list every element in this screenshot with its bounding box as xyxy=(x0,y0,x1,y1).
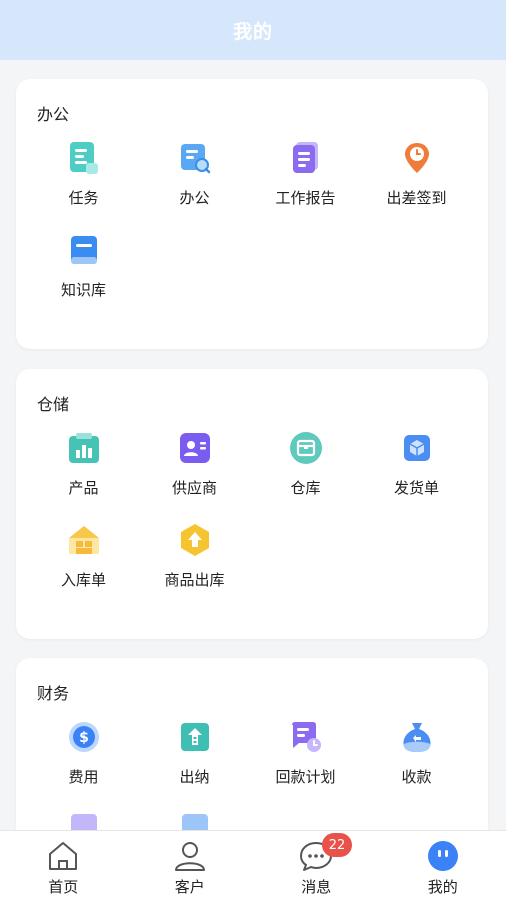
item-label: 商品出库 xyxy=(164,569,224,590)
tab-profile[interactable]: 我的 xyxy=(380,831,506,901)
payment-plan-icon xyxy=(289,720,323,754)
page-title: 我的 xyxy=(233,17,273,44)
page-header: 我的 xyxy=(0,0,506,60)
item-label: 发货单 xyxy=(394,477,439,498)
house-inbound-icon xyxy=(67,523,101,557)
product-chart-icon xyxy=(67,431,101,465)
grid-item-cashier[interactable]: 出纳 xyxy=(139,720,250,812)
item-label: 收款 xyxy=(401,766,431,787)
home-icon xyxy=(46,839,80,873)
tab-label: 我的 xyxy=(428,876,458,897)
section-title: 办公 xyxy=(37,101,69,125)
supplier-card-icon xyxy=(178,431,212,465)
item-label: 供应商 xyxy=(172,477,217,498)
grid-item-product[interactable]: 产品 xyxy=(28,431,139,523)
grid-item-report[interactable]: 工作报告 xyxy=(250,141,361,233)
grid-item-partial-2[interactable] xyxy=(139,812,250,830)
grid-item-receipt[interactable]: 收款 xyxy=(361,720,472,812)
tab-label: 消息 xyxy=(301,876,331,897)
grid-item-office[interactable]: 办公 xyxy=(139,141,250,233)
shipping-cube-icon xyxy=(400,431,434,465)
tab-customer[interactable]: 客户 xyxy=(127,831,254,901)
section-office: 办公 任务 办公 工作报告 xyxy=(16,79,488,349)
grid-item-outbound[interactable]: 商品出库 xyxy=(139,523,250,615)
item-label: 办公 xyxy=(179,187,209,208)
item-label: 出差签到 xyxy=(386,187,446,208)
content-scroll[interactable]: 办公 任务 办公 工作报告 xyxy=(0,60,506,830)
grid-item-inbound[interactable]: 入库单 xyxy=(28,523,139,615)
tab-label: 首页 xyxy=(48,876,78,897)
partial-icon xyxy=(67,812,101,830)
partial-icon xyxy=(178,812,212,830)
grid-item-partial-1[interactable] xyxy=(28,812,139,830)
task-icon xyxy=(67,141,101,175)
grid-item-supplier[interactable]: 供应商 xyxy=(139,431,250,523)
item-label: 工作报告 xyxy=(275,187,335,208)
grid-item-task[interactable]: 任务 xyxy=(28,141,139,233)
warehouse-box-icon xyxy=(289,431,323,465)
office-icon xyxy=(178,141,212,175)
money-bag-icon xyxy=(400,720,434,754)
section-grid: 产品 供应商 仓库 发货单 xyxy=(16,431,500,615)
unread-badge: 22 xyxy=(322,833,352,857)
report-icon xyxy=(289,141,323,175)
book-icon xyxy=(67,233,101,267)
dollar-coin-icon: $ xyxy=(67,720,101,754)
grid-item-checkin[interactable]: 出差签到 xyxy=(361,141,472,233)
customer-icon xyxy=(173,839,207,873)
tab-home[interactable]: 首页 xyxy=(0,831,127,901)
outbound-arrow-icon xyxy=(178,523,212,557)
tab-label: 客户 xyxy=(175,876,205,897)
grid-item-shipping[interactable]: 发货单 xyxy=(361,431,472,523)
item-label: 出纳 xyxy=(179,766,209,787)
grid-item-warehouse[interactable]: 仓库 xyxy=(250,431,361,523)
item-label: 知识库 xyxy=(61,279,106,300)
item-label: 费用 xyxy=(68,766,98,787)
section-grid: $ 费用 出纳 回款计划 收款 xyxy=(16,720,500,830)
cashier-icon xyxy=(178,720,212,754)
section-storage: 仓储 产品 供应商 仓库 xyxy=(16,369,488,639)
section-title: 仓储 xyxy=(37,391,69,415)
section-grid: 任务 办公 工作报告 出差签到 xyxy=(16,141,500,325)
section-finance: 财务 $ 费用 出纳 回款计划 xyxy=(16,658,488,830)
tab-message[interactable]: 22 消息 xyxy=(253,831,380,901)
profile-icon xyxy=(426,839,460,873)
item-label: 仓库 xyxy=(290,477,320,498)
section-title: 财务 xyxy=(37,680,69,704)
item-label: 入库单 xyxy=(61,569,106,590)
grid-item-payment-plan[interactable]: 回款计划 xyxy=(250,720,361,812)
svg-text:$: $ xyxy=(79,730,89,746)
item-label: 产品 xyxy=(68,477,98,498)
location-checkin-icon xyxy=(400,141,434,175)
grid-item-knowledge[interactable]: 知识库 xyxy=(28,233,139,325)
item-label: 任务 xyxy=(68,187,98,208)
bottom-tab-bar: 首页 客户 22 消息 我的 xyxy=(0,830,506,901)
item-label: 回款计划 xyxy=(275,766,335,787)
grid-item-expense[interactable]: $ 费用 xyxy=(28,720,139,812)
